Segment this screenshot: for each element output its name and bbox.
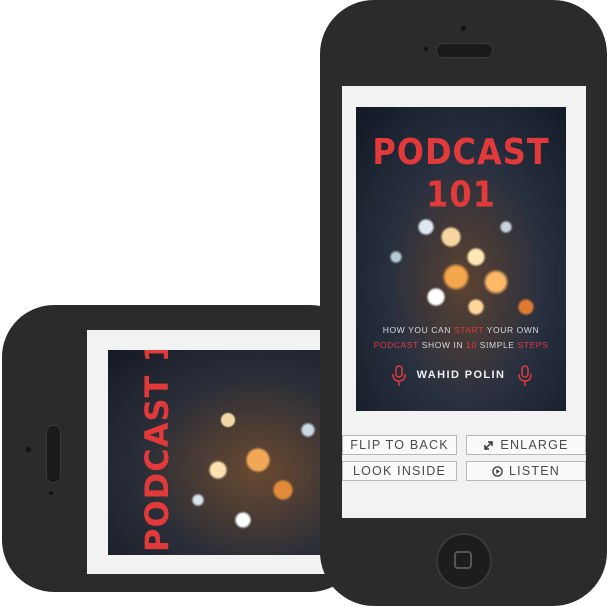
enlarge-button[interactable]: ENLARGE bbox=[466, 435, 586, 455]
portrait-phone: PODCAST 101 HOW YOU CAN START YOUR OWN P… bbox=[320, 0, 607, 606]
camera-dot bbox=[26, 447, 31, 452]
sensor-dot bbox=[424, 47, 428, 51]
subtitle-text: HOW YOU CAN bbox=[382, 325, 455, 335]
home-button[interactable] bbox=[436, 533, 492, 589]
book-subtitle: HOW YOU CAN START YOUR OWN PODCAST SHOW … bbox=[356, 323, 566, 353]
subtitle-text: YOUR OWN bbox=[483, 325, 540, 335]
subtitle-highlight: PODCAST bbox=[373, 340, 419, 350]
book-cover[interactable]: PODCAST 101 HOW YOU CAN START YOUR OWN P… bbox=[356, 107, 566, 411]
listen-button[interactable]: LISTEN bbox=[466, 461, 586, 481]
sensor-dot bbox=[49, 491, 53, 495]
speaker-slot bbox=[46, 425, 61, 483]
speaker-slot bbox=[436, 43, 493, 58]
subtitle-highlight: START bbox=[454, 325, 484, 335]
portrait-screen: PODCAST 101 HOW YOU CAN START YOUR OWN P… bbox=[342, 86, 586, 518]
arrows-expand-icon bbox=[484, 440, 494, 450]
subtitle-highlight: STEPS bbox=[517, 340, 549, 350]
home-square-icon bbox=[454, 551, 472, 569]
play-circle-icon bbox=[492, 465, 503, 477]
listen-label: LISTEN bbox=[509, 464, 560, 478]
subtitle-text: SHOW IN bbox=[418, 340, 467, 350]
subtitle-line-1: HOW YOU CAN START YOUR OWN bbox=[356, 323, 566, 338]
enlarge-label: ENLARGE bbox=[500, 438, 569, 452]
microphone-icon bbox=[518, 365, 532, 386]
look-inside-button[interactable]: LOOK INSIDE bbox=[342, 461, 457, 481]
subtitle-highlight: 10 bbox=[466, 340, 477, 350]
flip-to-back-label: FLIP TO BACK bbox=[350, 438, 449, 452]
flip-to-back-button[interactable]: FLIP TO BACK bbox=[342, 435, 457, 455]
look-inside-label: LOOK INSIDE bbox=[352, 464, 447, 478]
book-author: WAHID POLIN bbox=[416, 369, 506, 381]
camera-dot bbox=[461, 26, 466, 31]
landscape-phone: PODCAST 101 bbox=[2, 305, 362, 592]
subtitle-line-2: PODCAST SHOW IN 10 SIMPLE STEPS bbox=[356, 338, 566, 353]
subtitle-text: SIMPLE bbox=[476, 340, 518, 350]
landscape-book-cover: PODCAST 101 bbox=[108, 350, 338, 555]
landscape-book-title: PODCAST 101 bbox=[138, 350, 176, 552]
book-title: PODCAST 101 bbox=[372, 130, 550, 216]
